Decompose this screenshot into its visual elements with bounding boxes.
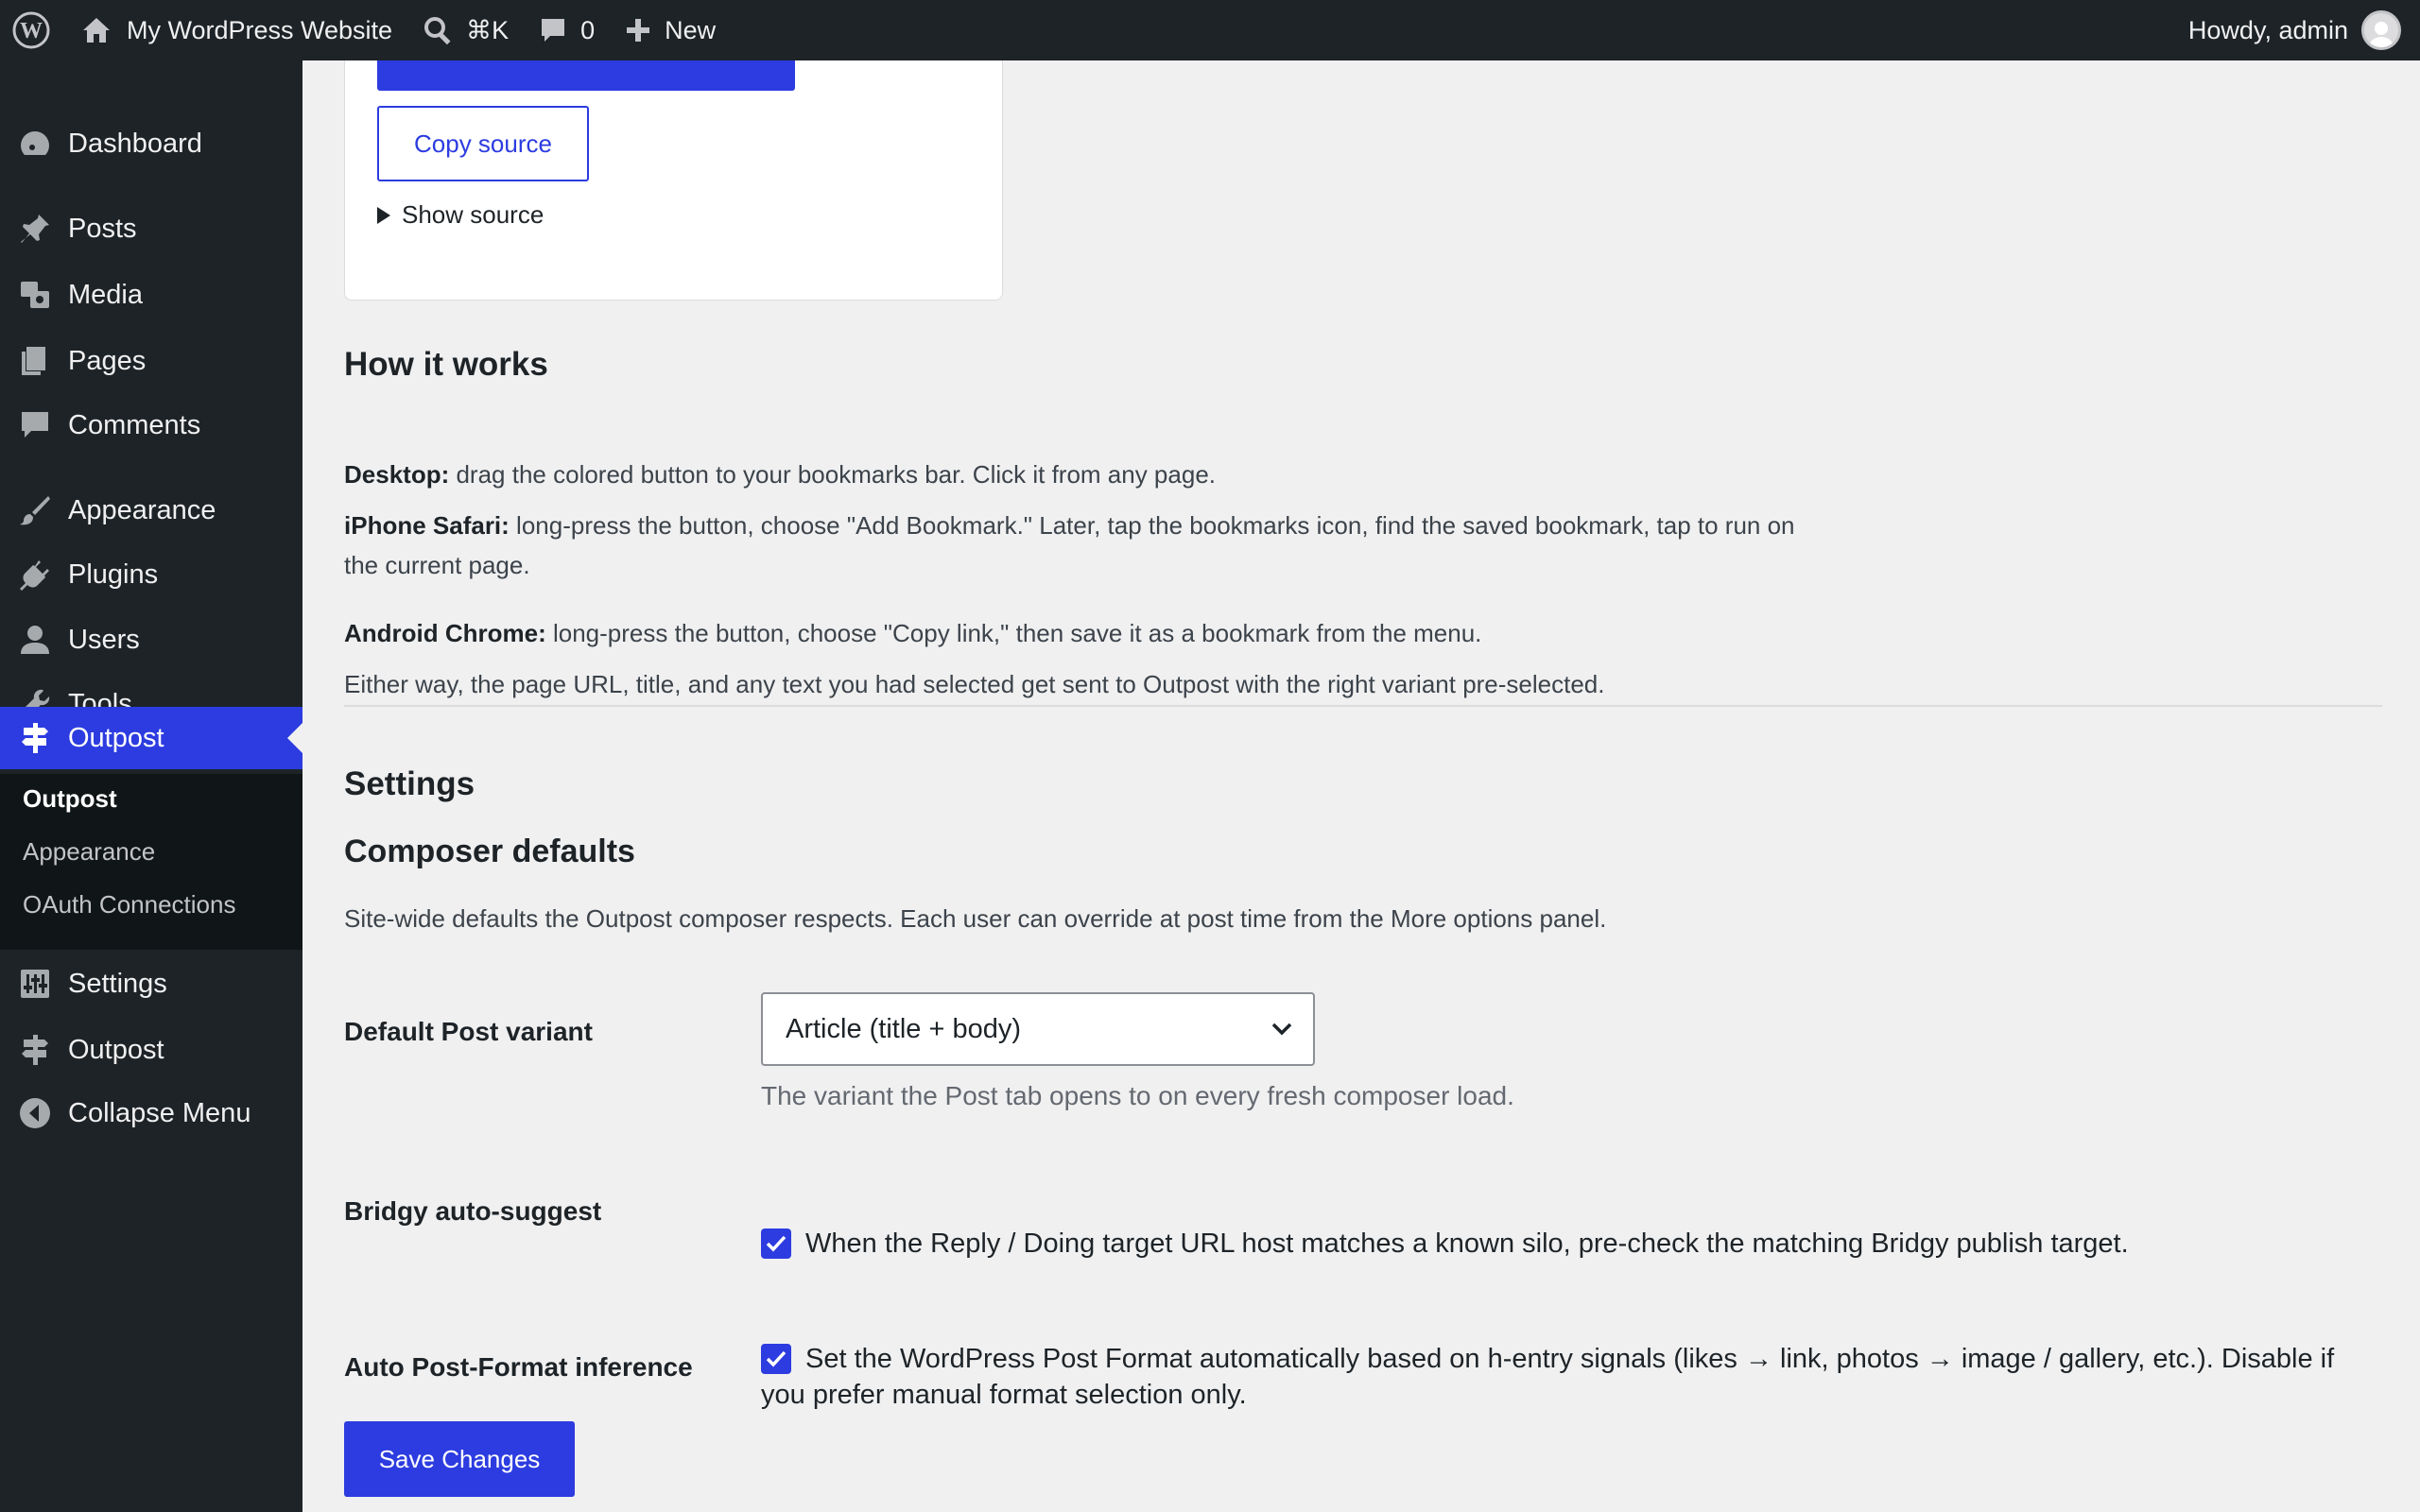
auto-post-format-label: Auto Post-Format inference [344,1352,693,1382]
sidebar-item-label: Plugins [68,558,159,590]
sidebar-item-label: Outpost [68,1034,164,1065]
sidebar-item-plugins[interactable]: Plugins [0,543,302,606]
composer-defaults-heading: Composer defaults [344,833,635,869]
sidebar-item-label: Pages [68,345,147,376]
pages-icon [22,347,45,375]
greeting: Howdy, admin [2187,15,2348,44]
svg-text:W: W [20,19,43,43]
my-account-menu[interactable]: Howdy, admin [2188,0,2420,60]
save-changes-button[interactable]: Save Changes [344,1421,575,1497]
iphone-label: iPhone Safari: [344,511,510,540]
new-label: New [665,15,717,44]
default-post-variant-label: Default Post variant [344,1017,593,1046]
sidebar-item-comments[interactable]: Comments [0,394,302,456]
sidebar-item-label: Users [68,624,140,655]
user-silhouette-icon [2369,22,2394,47]
section-divider [344,705,2382,707]
iphone-text: long-press the button, choose "Add Bookm… [344,511,1795,579]
comment-bubble-icon [22,412,48,438]
settings-heading: Settings [344,765,475,802]
chevron-down-icon [1271,1022,1292,1036]
sidebar-item-label: Media [68,279,143,310]
auto-post-format-text: Set the WordPress Post Format automatica… [761,1344,2335,1410]
sidebar-item-label: Settings [68,968,167,999]
bookmarklet-card: Copy source Show source [344,60,1003,301]
sidebar-item-label: Appearance [68,494,216,525]
avatar [2361,10,2401,50]
media-icon [21,282,49,308]
site-name-link[interactable]: My WordPress Website [62,0,407,60]
default-post-variant-description: The variant the Post tab opens to on eve… [761,1081,1514,1110]
sidebar-item-label: Comments [68,409,201,440]
signpost-icon [22,723,48,753]
either-way-note: Either way, the page URL, title, and any… [344,670,1605,698]
desktop-label: Desktop: [344,460,450,489]
sidebar-item-appearance[interactable]: Appearance [0,479,302,541]
dashboard-gauge-icon [21,131,49,155]
sidebar-item-dashboard[interactable]: Dashboard [0,112,302,175]
sidebar-item-pages[interactable]: Pages [0,330,302,392]
bridgy-auto-suggest-label: Bridgy auto-suggest [344,1196,602,1226]
submenu-item-oauth-connections[interactable]: OAuth Connections [23,890,235,919]
composer-defaults-intro: Site-wide defaults the Outpost composer … [344,904,1607,933]
selected-variant: Article (title + body) [786,1013,1022,1044]
copy-source-button[interactable]: Copy source [377,106,589,181]
android-instructions: Android Chrome: long-press the button, c… [344,613,1819,653]
sidebar-item-settings[interactable]: Settings [0,953,302,1015]
paintbrush-icon [20,496,50,525]
comment-bubble-icon [542,19,565,42]
disclosure-triangle-icon [377,206,390,224]
bridgy-auto-suggest-text: When the Reply / Doing target URL host m… [805,1228,2129,1259]
collapse-menu-button[interactable]: Collapse Menu [0,1082,302,1144]
desktop-instructions: Desktop: drag the colored button to your… [344,455,1819,494]
admin-sidebar: Dashboard Posts Media Pages Comments App… [0,60,302,1512]
site-name: My WordPress Website [127,15,393,44]
settings-sliders-icon [21,970,49,998]
search-icon [424,17,451,45]
sidebar-item-posts[interactable]: Posts [0,198,302,260]
comments-count: 0 [580,15,596,44]
android-text: long-press the button, choose "Copy link… [545,619,1482,647]
submenu-item-appearance[interactable]: Appearance [23,837,155,867]
search-shortcut: ⌘K [466,15,510,44]
wordpress-logo-menu[interactable]: W [0,0,62,60]
comments-link[interactable]: 0 [524,0,610,60]
sidebar-item-outpost-active[interactable]: Outpost [0,707,302,769]
collapse-arrow-icon [20,1098,50,1128]
bridgy-auto-suggest-checkbox[interactable] [761,1228,791,1259]
pushpin-icon [21,215,49,243]
desktop-text: drag the colored button to your bookmark… [449,460,1216,489]
command-search-button[interactable]: ⌘K [407,0,524,60]
outpost-submenu: Outpost Appearance OAuth Connections [0,774,302,950]
show-source-toggle[interactable]: Show source [377,200,544,230]
sidebar-item-media[interactable]: Media [0,264,302,326]
sidebar-item-label: Posts [68,213,137,244]
sidebar-item-users[interactable]: Users [0,609,302,671]
android-label: Android Chrome: [344,619,546,647]
checkmark-icon [766,1235,786,1252]
user-icon [21,626,49,654]
signpost-icon [22,1035,48,1065]
plug-icon [20,560,49,591]
sidebar-item-outpost[interactable]: Outpost [0,1019,302,1081]
show-source-label: Show source [402,200,544,229]
new-content-button[interactable]: New [610,0,731,60]
sidebar-item-label: Outpost [68,722,164,753]
default-post-variant-select[interactable]: Article (title + body) [761,992,1315,1066]
wordpress-logo-icon: W [12,11,50,49]
sidebar-item-label: Dashboard [68,128,202,159]
plus-icon [627,19,650,42]
iphone-instructions: iPhone Safari: long-press the button, ch… [344,506,1819,585]
home-icon [83,18,110,43]
how-it-works-heading: How it works [344,346,548,383]
bookmarklet-drag-button[interactable] [377,60,795,91]
submenu-item-outpost[interactable]: Outpost [23,784,117,814]
sidebar-item-label: Collapse Menu [68,1097,251,1128]
admin-bar: W My WordPress Website ⌘K 0 New Howdy, a… [0,0,2420,60]
